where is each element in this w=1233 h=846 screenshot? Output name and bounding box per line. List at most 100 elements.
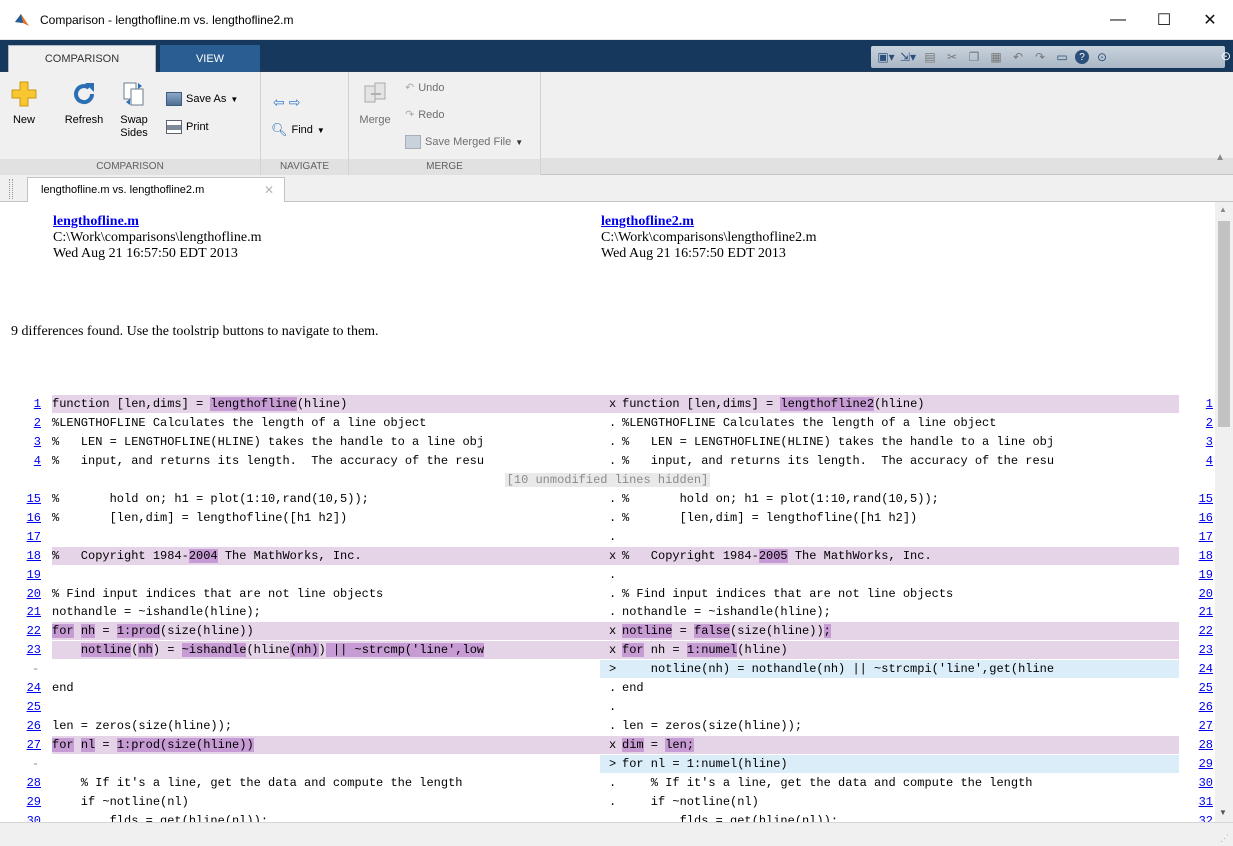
right-line-number-link[interactable]: 23 [1183,641,1213,659]
merge-button[interactable]: Merge [357,80,393,127]
code-text: if ~notline(nl) [52,794,189,809]
hidden-lines-indicator[interactable]: [10 unmodified lines hidden] [0,471,1215,489]
arrow-right-icon[interactable]: ⇨ [289,94,301,111]
right-code: dim = len; [622,736,1179,754]
left-code: % If it's a line, get the data and compu… [52,774,600,792]
left-line-number-link[interactable]: 24 [17,679,41,697]
right-line-number-link[interactable]: 16 [1183,509,1213,527]
copy-icon[interactable]: ❐ [965,48,983,66]
right-code: len = zeros(size(hline)); [622,717,1179,735]
left-line-number-link[interactable]: 3 [17,433,41,451]
right-line-number-link[interactable]: 18 [1183,547,1213,565]
drag-grip[interactable] [9,179,13,199]
quick-access-toolbar: ▣▾ ⇲▾ ▤ ✂ ❐ ▦ ↶ ↷ ▭ ? ⊙ [871,46,1225,68]
left-file-link[interactable]: lengthofline.m [53,214,139,229]
document-tab[interactable]: lengthofline.m vs. lengthofline2.m ✕ [27,177,285,202]
right-line-number-link[interactable]: 1 [1183,395,1213,413]
left-line-number-link[interactable]: 18 [17,547,41,565]
left-line-number-link[interactable]: 20 [17,585,41,603]
right-file-date: Wed Aug 21 16:57:50 EDT 2013 [601,246,786,261]
right-line-number-link[interactable]: 30 [1183,774,1213,792]
save-merged-file-button[interactable]: Save Merged File ▼ [405,135,523,149]
tab-comparison[interactable]: COMPARISON [8,45,156,72]
arrow-left-icon[interactable]: ⇦ [273,94,285,111]
left-line-number-link[interactable]: 23 [17,641,41,659]
save-as-button[interactable]: Save As ▼ [166,92,238,106]
right-line-number-link[interactable]: 21 [1183,603,1213,621]
left-line-number-link[interactable]: 1 [17,395,41,413]
diff-marker: . [609,719,617,734]
left-line-number-link[interactable]: 22 [17,622,41,640]
search-documentation-icon[interactable]: ⊙ [1093,48,1111,66]
help-icon[interactable]: ? [1075,50,1089,64]
right-line-number-link[interactable]: 26 [1183,698,1213,716]
save-icon [405,135,421,149]
left-line-number-link[interactable]: 15 [17,490,41,508]
right-line-number-link[interactable]: 29 [1183,755,1213,773]
right-line-number-link[interactable]: 4 [1183,452,1213,470]
new-button[interactable]: New [8,80,40,127]
print-button[interactable]: Print [166,120,209,134]
scroll-down-icon[interactable]: ▼ [1219,808,1227,817]
scroll-up-icon[interactable]: ▲ [1219,205,1227,214]
diff-row: 27 for nl = 1:prod(size(hline)) x dim = len… [0,736,1215,755]
right-line-number-link[interactable]: 17 [1183,528,1213,546]
left-line-number-link[interactable]: 27 [17,736,41,754]
ribbon-menu-icon[interactable]: ⊙ [1221,49,1233,63]
switch-windows-icon[interactable]: ▭ [1053,48,1071,66]
undo-icon[interactable]: ↶ [1009,48,1027,66]
left-line-number-link[interactable]: 26 [17,717,41,735]
right-line-number-link[interactable]: 31 [1183,793,1213,811]
redo-button[interactable]: ↷ Redo [405,108,445,122]
hidden-lines-text: [10 unmodified lines hidden] [504,472,711,487]
left-line-number-link[interactable]: 4 [17,452,41,470]
right-line-number-link[interactable]: 2 [1183,414,1213,432]
right-line-number-link[interactable]: 24 [1183,660,1213,678]
save-icon[interactable]: ▤ [921,48,939,66]
undo-button[interactable]: ↶ Undo [405,81,445,95]
tab-view[interactable]: VIEW [160,45,260,72]
chevron-down-icon: ▼ [515,137,524,147]
left-code: for nl = 1:prod(size(hline)) [52,736,600,754]
scrollbar-thumb[interactable] [1218,221,1230,427]
diff-marker: . [609,510,617,525]
right-code: notline = false(size(hline)); [622,622,1179,640]
refresh-button[interactable]: Refresh [58,80,110,127]
minimize-button[interactable]: — [1095,0,1141,40]
paste-icon[interactable]: ▦ [987,48,1005,66]
redo-icon[interactable]: ↷ [1031,48,1049,66]
close-icon[interactable]: ✕ [264,183,274,197]
right-line-number-link[interactable]: 15 [1183,490,1213,508]
left-code: if ~notline(nl) [52,793,600,811]
right-line-number-link[interactable]: 22 [1183,622,1213,640]
shortcut-icon[interactable]: ⇲▾ [899,48,917,66]
find-button[interactable]: 🔍︎ Find ▼ [271,122,325,138]
right-line-number-link[interactable]: 28 [1183,736,1213,754]
right-file-link[interactable]: lengthofline2.m [601,214,694,229]
left-line-number-link[interactable]: 19 [17,566,41,584]
resize-grip-icon[interactable]: ⋰ [1220,833,1230,843]
right-line-number-link[interactable]: 27 [1183,717,1213,735]
close-button[interactable]: ✕ [1187,0,1233,40]
changed-text: for [52,624,74,639]
left-line-number-link[interactable]: 16 [17,509,41,527]
collapse-ribbon-icon[interactable]: ▲ [1215,152,1225,163]
left-line-number-link[interactable]: 21 [17,603,41,621]
right-line-number-link[interactable]: 3 [1183,433,1213,451]
cut-icon[interactable]: ✂ [943,48,961,66]
left-line-number-link[interactable]: 30 [17,812,41,822]
maximize-button[interactable]: ☐ [1141,0,1187,40]
right-line-number-link[interactable]: 19 [1183,566,1213,584]
right-line-number-link[interactable]: 32 [1183,812,1213,822]
right-line-number-link[interactable]: 25 [1183,679,1213,697]
swap-label: Swap [120,114,148,126]
save-as-label: Save As [186,93,227,105]
left-line-number-link[interactable]: 28 [17,774,41,792]
left-line-number-link[interactable]: 2 [17,414,41,432]
left-line-number-link[interactable]: 17 [17,528,41,546]
left-line-number-link[interactable]: 25 [17,698,41,716]
layout-icon[interactable]: ▣▾ [877,48,895,66]
right-line-number-link[interactable]: 20 [1183,585,1213,603]
left-line-number-link[interactable]: 29 [17,793,41,811]
swap-sides-button[interactable]: Swap Sides [116,80,152,140]
